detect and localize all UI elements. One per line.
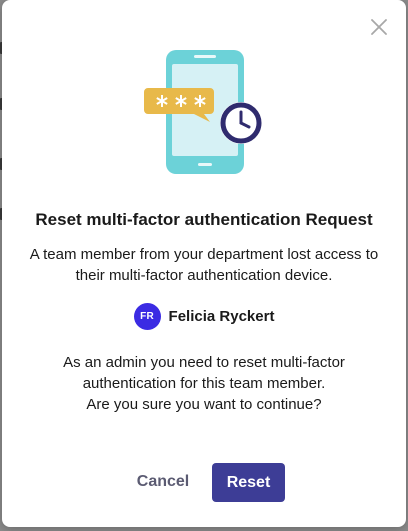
confirmation-line: Are you sure you want to continue?: [86, 396, 322, 413]
close-button[interactable]: [368, 16, 390, 38]
confirmation-text: As an admin you need to reset multi-fact…: [16, 352, 392, 415]
reset-button[interactable]: Reset: [212, 463, 285, 502]
cancel-button[interactable]: Cancel: [121, 463, 205, 501]
reset-mfa-dialog: Reset multi-factor authentication Reques…: [2, 0, 406, 527]
user-name: Felicia Ryckert: [168, 308, 275, 325]
avatar: FR: [133, 303, 161, 330]
confirmation-line: authentication for this team member.: [82, 375, 326, 392]
confirmation-line: As an admin you need to reset multi-fact…: [63, 354, 345, 371]
dialog-title: Reset multi-factor authentication Reques…: [35, 210, 373, 229]
dialog-description: A team member from your department lost …: [29, 246, 379, 284]
user-info: FR Felicia Ryckert: [2, 303, 406, 330]
phone-mfa-illustration: [142, 48, 268, 178]
close-icon: [371, 19, 387, 35]
